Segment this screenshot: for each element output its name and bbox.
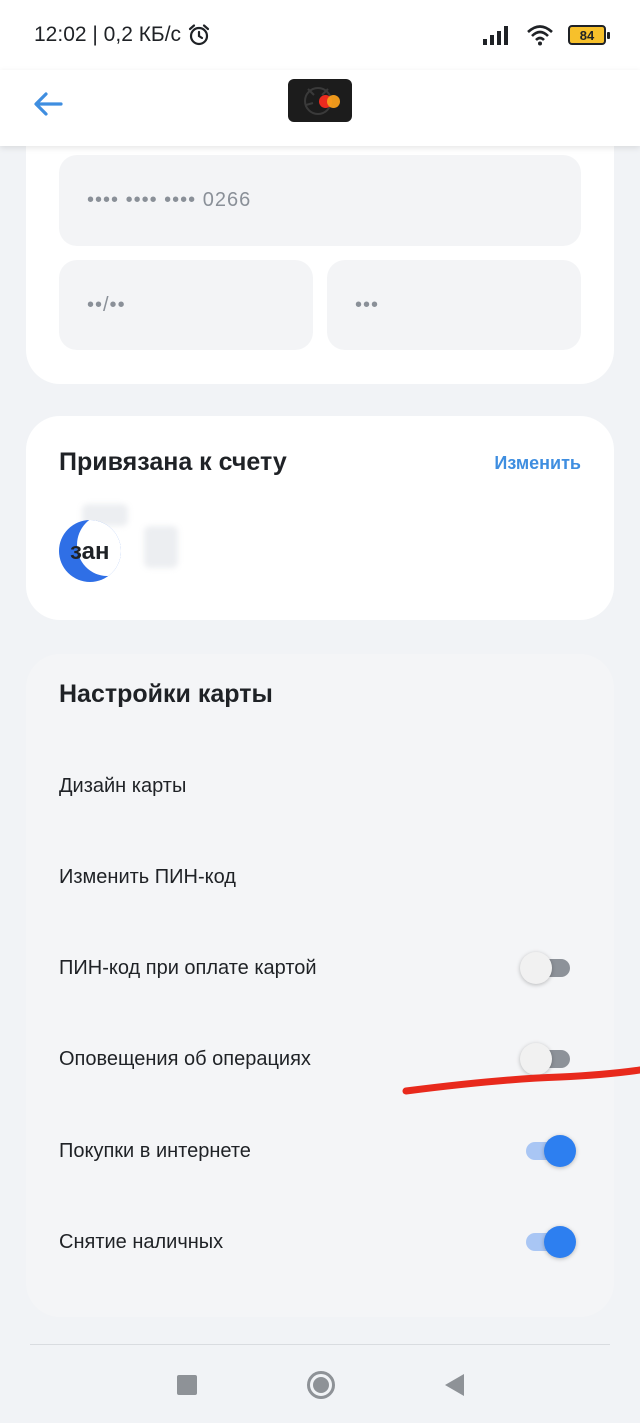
setting-label: Покупки в интернете	[59, 1139, 251, 1162]
toggle-knob	[544, 1226, 576, 1258]
status-time-speed: 12:02 | 0,2 КБ/с	[34, 23, 182, 46]
arrow-left-icon	[34, 92, 63, 116]
setting-card-design[interactable]: Дизайн карты	[26, 756, 614, 816]
card-settings-title: Настройки карты	[59, 680, 273, 708]
battery-icon: 84	[568, 25, 610, 45]
wifi-icon	[527, 25, 553, 46]
pin-on-payment-toggle[interactable]	[520, 952, 576, 984]
linked-account-title: Привязана к счету	[59, 448, 287, 476]
toggle-knob	[544, 1135, 576, 1167]
card-number-value: •••• •••• •••• 0266	[87, 189, 252, 211]
setting-pin-on-payment[interactable]: ПИН-код при оплате картой	[26, 938, 614, 998]
setting-change-pin[interactable]: Изменить ПИН-код	[26, 847, 614, 907]
card-settings-panel: Настройки карты Дизайн карты Изменить ПИ…	[26, 654, 614, 1317]
setting-label: Оповещения об операциях	[59, 1047, 311, 1070]
setting-online-purchases[interactable]: Покупки в интернете	[26, 1121, 614, 1181]
status-right: 84	[482, 24, 610, 46]
content-area[interactable]: •••• •••• •••• 0266 ••/•• ••• Привязана …	[0, 146, 640, 1346]
setting-cash-withdrawal[interactable]: Снятие наличных	[26, 1212, 614, 1272]
card-expiry-value: ••/••	[87, 293, 126, 316]
mastercard-logo-icon-overlap	[327, 95, 340, 108]
home-icon[interactable]	[306, 1370, 335, 1399]
alarm-clock-icon	[188, 24, 210, 46]
card-thumbnail[interactable]	[288, 79, 352, 122]
setting-label: ПИН-код при оплате картой	[59, 956, 317, 979]
battery-level: 84	[579, 27, 595, 43]
setting-label: Изменить ПИН-код	[59, 865, 236, 888]
card-cvv-field[interactable]: •••	[327, 260, 581, 350]
signal-icon	[483, 26, 508, 45]
account-name[interactable]: зан	[70, 538, 109, 566]
card-number-field[interactable]: •••• •••• •••• 0266	[59, 155, 581, 246]
setting-operation-notifications[interactable]: Оповещения об операциях	[26, 1029, 614, 1089]
setting-label: Снятие наличных	[59, 1230, 224, 1253]
operation-notifications-toggle[interactable]	[520, 1043, 576, 1075]
card-details-panel: •••• •••• •••• 0266 ••/•• •••	[26, 146, 614, 384]
linked-account-panel: Привязана к счету Изменить зан	[26, 416, 614, 620]
setting-label: Дизайн карты	[59, 774, 187, 797]
recent-apps-icon[interactable]	[176, 1374, 197, 1395]
toggle-knob	[520, 1043, 552, 1075]
back-button[interactable]	[28, 84, 68, 124]
online-purchases-toggle[interactable]	[520, 1135, 576, 1167]
cash-withdrawal-toggle[interactable]	[520, 1226, 576, 1258]
card-cvv-value: •••	[355, 293, 380, 316]
status-bar: 12:02 | 0,2 КБ/с 84	[0, 0, 640, 70]
change-account-link[interactable]: Изменить	[494, 453, 581, 474]
bottom-divider	[30, 1344, 610, 1345]
toggle-knob	[520, 952, 552, 984]
redacted-mark	[144, 526, 178, 568]
back-triangle-icon[interactable]	[444, 1373, 464, 1396]
app-header	[0, 70, 640, 146]
status-left: 12:02 | 0,2 КБ/с	[34, 23, 211, 47]
card-expiry-field[interactable]: ••/••	[59, 260, 313, 350]
system-nav-bar	[0, 1346, 640, 1423]
